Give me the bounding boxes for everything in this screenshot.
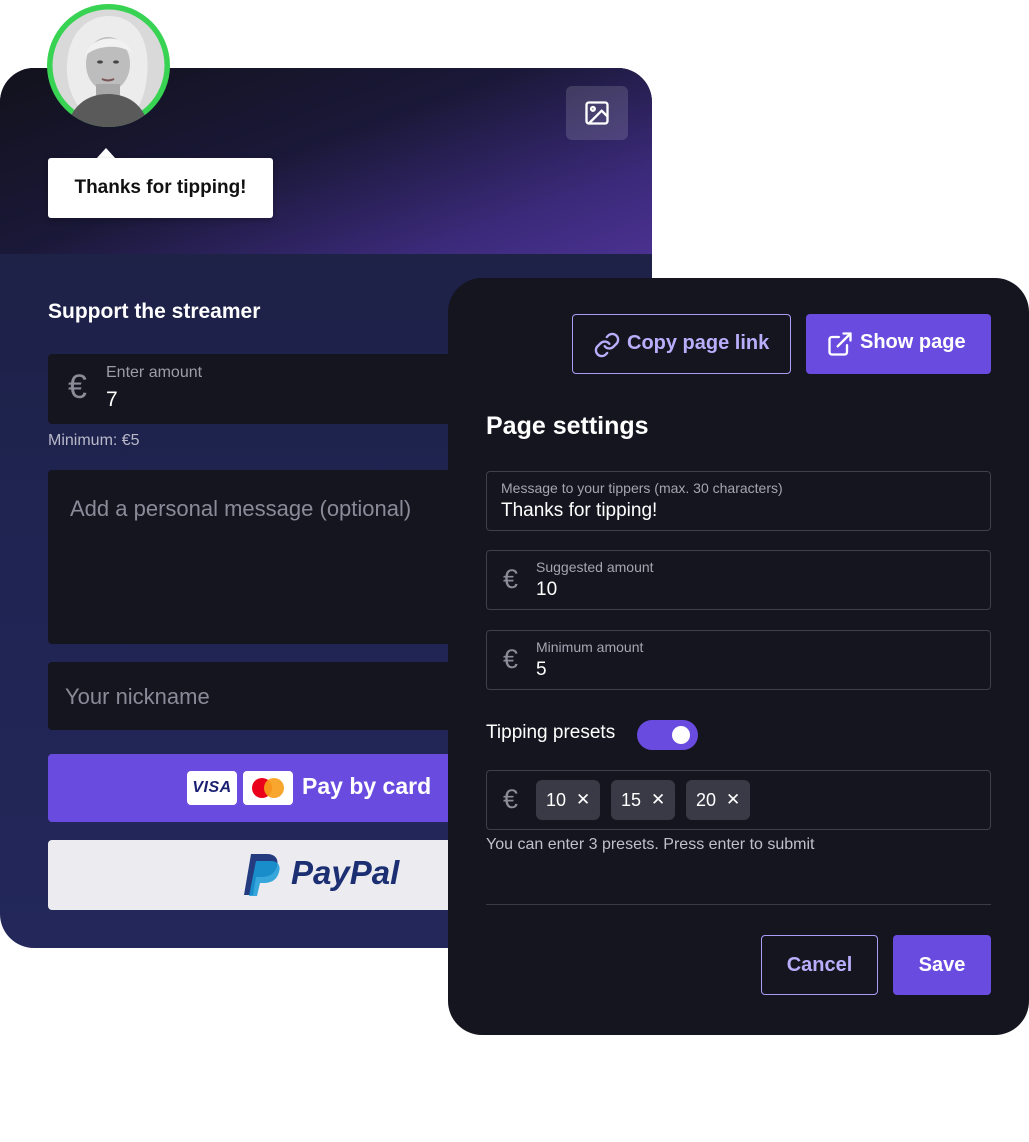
visa-logo: VISA xyxy=(187,771,237,805)
nickname-input[interactable]: Your nickname xyxy=(48,662,488,730)
suggested-amount-value: 10 xyxy=(536,579,558,600)
preset-chip: 10 ✕ xyxy=(536,780,601,820)
show-page-button[interactable]: Show page xyxy=(806,314,991,374)
tipping-presets-toggle[interactable] xyxy=(637,720,698,750)
amount-value: 7 xyxy=(106,388,118,411)
tipper-message-value: Thanks for tipping! xyxy=(501,500,658,521)
streamer-avatar xyxy=(47,4,170,127)
remove-preset-icon[interactable]: ✕ xyxy=(726,790,740,810)
cancel-button[interactable]: Cancel xyxy=(761,935,878,995)
settings-title: Page settings xyxy=(486,412,649,440)
minimum-hint: Minimum: €5 xyxy=(48,432,140,449)
change-banner-button[interactable] xyxy=(566,86,628,140)
tipper-message-bubble: Thanks for tipping! xyxy=(48,158,273,218)
tipper-message-field[interactable]: Message to your tippers (max. 30 charact… xyxy=(486,471,991,531)
preset-value: 15 xyxy=(621,789,642,810)
toggle-knob xyxy=(672,726,690,744)
preset-value: 20 xyxy=(696,789,717,810)
copy-page-link-label: Copy page link xyxy=(627,332,770,354)
paypal-icon xyxy=(244,854,280,896)
remove-preset-icon[interactable]: ✕ xyxy=(576,790,590,810)
preset-chip: 15 ✕ xyxy=(611,780,676,820)
show-page-label: Show page xyxy=(860,331,966,353)
euro-icon: € xyxy=(68,368,87,406)
tipper-message-label: Message to your tippers (max. 30 charact… xyxy=(501,480,783,496)
presets-hint: You can enter 3 presets. Press enter to … xyxy=(486,836,815,853)
paypal-button[interactable]: PayPal xyxy=(48,840,488,910)
nickname-placeholder: Your nickname xyxy=(65,684,210,709)
euro-icon: € xyxy=(503,784,519,814)
euro-icon: € xyxy=(503,644,519,674)
external-link-icon xyxy=(828,332,852,356)
image-icon xyxy=(585,101,609,125)
remove-preset-icon[interactable]: ✕ xyxy=(651,790,665,810)
copy-page-link-button[interactable]: Copy page link xyxy=(572,314,791,374)
amount-input[interactable]: € Enter amount 7 xyxy=(48,354,488,424)
link-icon xyxy=(594,332,620,358)
save-button[interactable]: Save xyxy=(893,935,991,995)
presets-input[interactable]: € 10 ✕ 15 ✕ 20 ✕ xyxy=(486,770,991,830)
suggested-amount-field[interactable]: € Suggested amount 10 xyxy=(486,550,991,610)
pay-by-card-label: Pay by card xyxy=(302,773,432,799)
preset-chip: 20 ✕ xyxy=(686,780,751,820)
tipping-presets-label: Tipping presets xyxy=(486,722,616,743)
page-settings-card: Copy page link Show page Page settings M… xyxy=(448,278,1029,1035)
euro-icon: € xyxy=(503,564,519,594)
suggested-amount-label: Suggested amount xyxy=(536,559,654,575)
paypal-wordmark: PayPal xyxy=(291,854,400,891)
support-title: Support the streamer xyxy=(48,300,261,323)
pay-by-card-button[interactable]: VISA Pay by card xyxy=(48,754,488,822)
minimum-amount-value: 5 xyxy=(536,659,547,680)
minimum-amount-field[interactable]: € Minimum amount 5 xyxy=(486,630,991,690)
message-placeholder: Add a personal message (optional) xyxy=(70,496,412,521)
minimum-amount-label: Minimum amount xyxy=(536,639,644,655)
amount-label: Enter amount xyxy=(106,364,203,381)
divider xyxy=(486,904,991,905)
preset-value: 10 xyxy=(546,789,567,810)
mastercard-logo xyxy=(243,771,293,805)
personal-message-input[interactable]: Add a personal message (optional) xyxy=(48,470,488,644)
